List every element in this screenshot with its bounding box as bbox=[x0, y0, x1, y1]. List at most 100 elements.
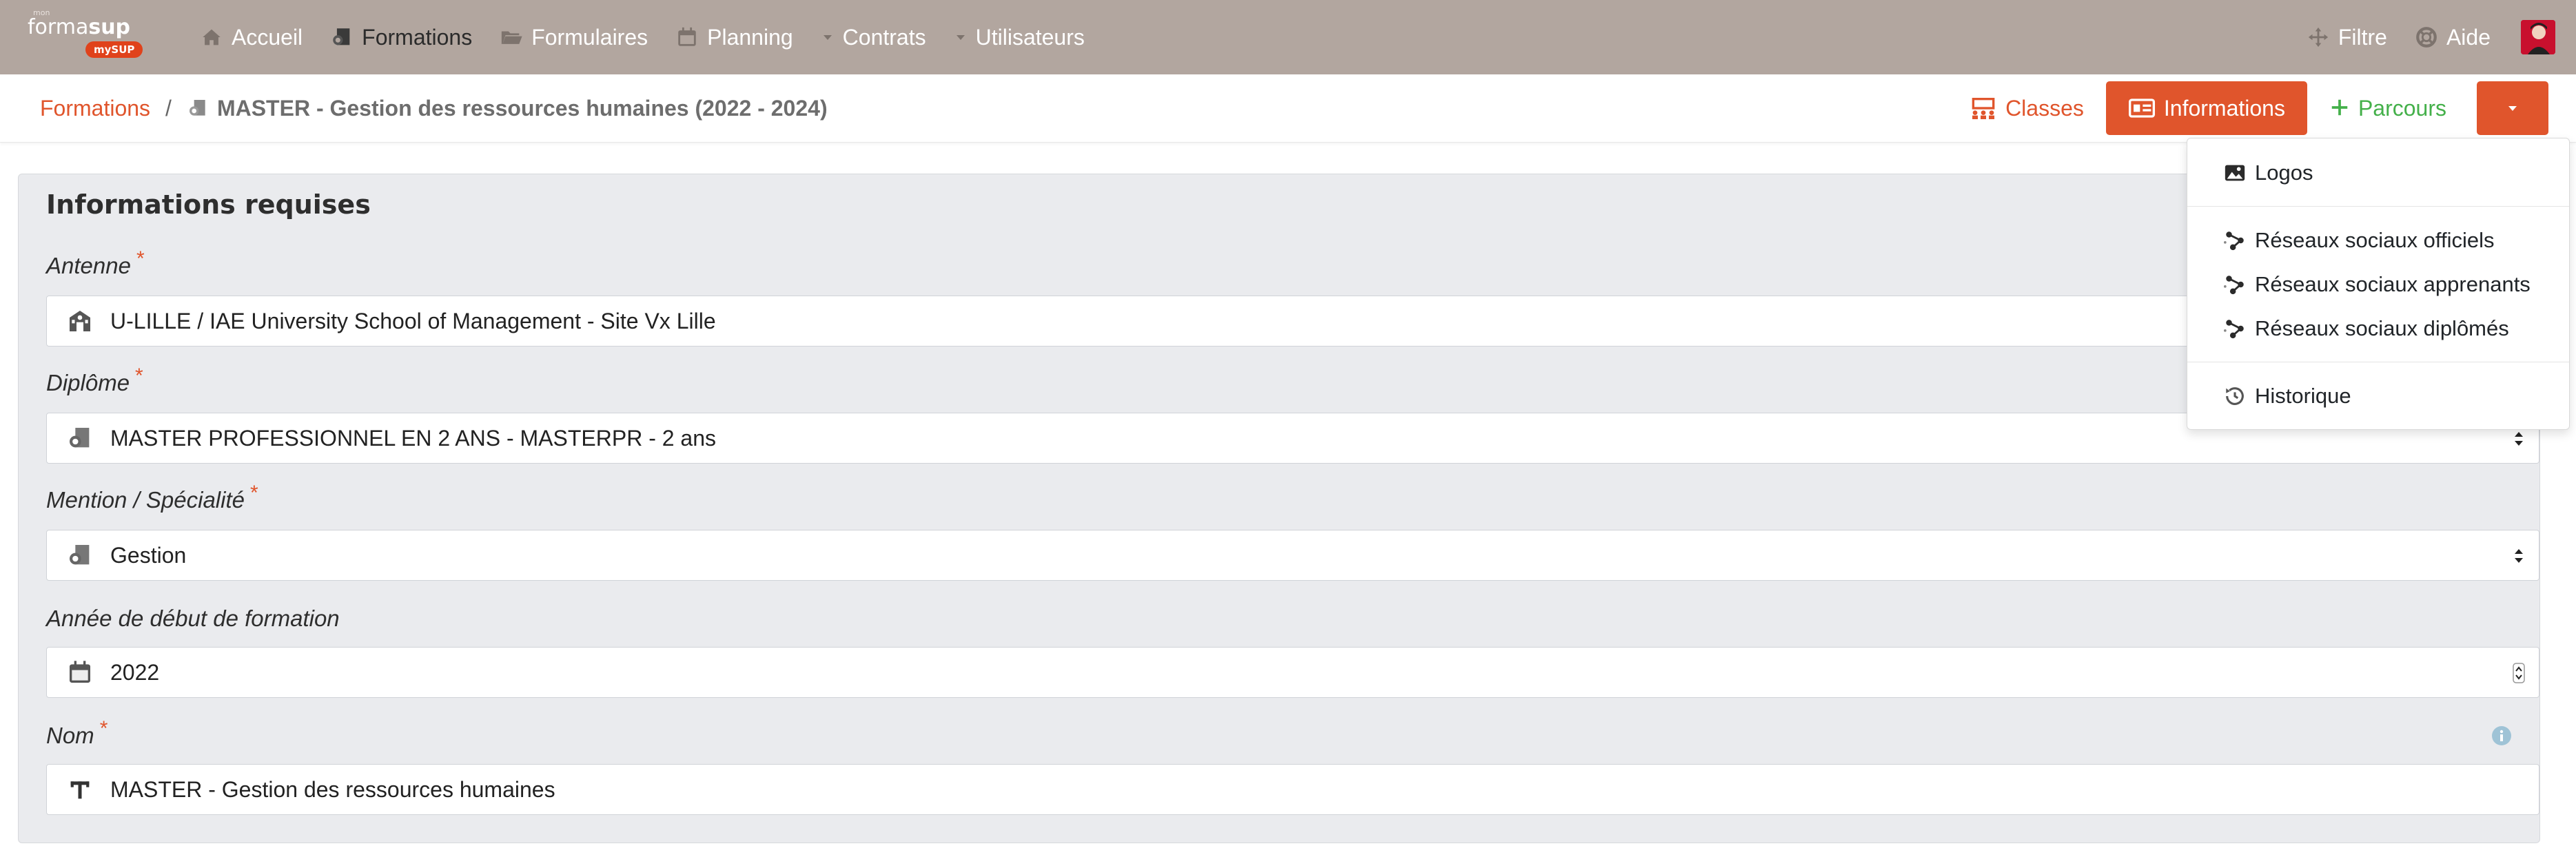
calendar-icon bbox=[66, 659, 94, 686]
nav-formations[interactable]: Formations bbox=[316, 0, 486, 74]
field-label-nom: Nom * bbox=[46, 717, 108, 749]
main-nav: Accueil Formations Formulaires Planning … bbox=[186, 0, 1098, 74]
brand-name-part1: forma bbox=[28, 15, 89, 39]
menu-divider bbox=[2187, 206, 2569, 207]
field-label-antenne: Antenne * bbox=[46, 247, 145, 279]
nav-aide[interactable]: Aide bbox=[2401, 0, 2504, 74]
field-value: 2022 bbox=[110, 659, 160, 685]
label-text: Année de début de formation bbox=[46, 606, 340, 631]
top-navbar: mon formasup mySUP Accueil Formations Fo… bbox=[0, 0, 2576, 74]
classroom-icon bbox=[1970, 97, 1997, 119]
life-ring-icon bbox=[2415, 25, 2438, 49]
breadcrumb-separator: / bbox=[165, 95, 172, 121]
breadcrumb-current: MASTER - Gestion des ressources humaines… bbox=[216, 95, 828, 121]
parcours-button[interactable]: Parcours bbox=[2307, 81, 2468, 135]
annee-number-input[interactable]: 2022 bbox=[46, 647, 2539, 698]
move-icon bbox=[2307, 25, 2330, 49]
breadcrumb: Formations / MASTER - Gestion des ressou… bbox=[40, 74, 828, 142]
nav-right: Filtre Aide bbox=[2293, 0, 2576, 74]
sub-header: Formations / MASTER - Gestion des ressou… bbox=[0, 74, 2576, 143]
network-icon bbox=[2223, 229, 2247, 252]
label-text: Nom bbox=[46, 723, 94, 748]
label-text: Diplôme bbox=[46, 370, 130, 395]
breadcrumb-formations-link[interactable]: Formations bbox=[40, 96, 150, 121]
nav-contrats[interactable]: Contrats bbox=[807, 0, 940, 74]
menu-item-logos[interactable]: Logos bbox=[2223, 154, 2313, 192]
nom-input[interactable]: MASTER - Gestion des ressources humaines bbox=[46, 764, 2539, 815]
caret-down-icon bbox=[821, 30, 835, 44]
menu-item-label: Réseaux sociaux officiels bbox=[2255, 228, 2495, 252]
card-title: Informations requises bbox=[46, 189, 371, 220]
select-arrows-icon bbox=[2513, 429, 2525, 449]
brand-logo[interactable]: mon formasup mySUP bbox=[28, 8, 145, 61]
nav-label: Utilisateurs bbox=[975, 24, 1085, 50]
antenne-select[interactable]: U-LILLE / IAE University School of Manag… bbox=[46, 296, 2539, 347]
brand-badge: mySUP bbox=[85, 41, 143, 58]
caret-down-icon bbox=[2506, 101, 2519, 115]
menu-item-reseaux-apprenants[interactable]: Réseaux sociaux apprenants bbox=[2223, 265, 2531, 304]
header-actions: Classes Informations Parcours bbox=[1948, 81, 2548, 135]
label-text: Mention / Spécialité bbox=[46, 487, 245, 513]
menu-item-label: Historique bbox=[2255, 384, 2351, 408]
menu-item-label: Logos bbox=[2255, 161, 2313, 185]
brand-name-part2: sup bbox=[88, 15, 131, 39]
required-asterisk-icon: * bbox=[99, 717, 108, 740]
nav-accueil[interactable]: Accueil bbox=[186, 0, 316, 74]
menu-item-reseaux-officiels[interactable]: Réseaux sociaux officiels bbox=[2223, 221, 2495, 260]
field-value: MASTER PROFESSIONNEL EN 2 ANS - MASTERPR… bbox=[110, 425, 717, 451]
mention-select[interactable]: Gestion bbox=[46, 530, 2539, 581]
required-asterisk-icon: * bbox=[135, 364, 143, 387]
formations-icon bbox=[330, 25, 354, 49]
field-value: Gestion bbox=[110, 542, 187, 568]
field-label-annee: Année de début de formation bbox=[46, 606, 340, 632]
nav-label: Formulaires bbox=[531, 24, 648, 50]
diploma-icon bbox=[66, 541, 94, 569]
diploma-icon bbox=[187, 97, 209, 119]
home-icon bbox=[200, 25, 223, 49]
menu-item-historique[interactable]: Historique bbox=[2223, 377, 2351, 415]
network-icon bbox=[2223, 273, 2247, 296]
informations-label: Informations bbox=[2163, 95, 2285, 121]
nav-label: Accueil bbox=[232, 24, 303, 50]
field-value: MASTER - Gestion des ressources humaines bbox=[110, 776, 555, 802]
select-arrows-icon bbox=[2513, 546, 2525, 566]
field-label-mention: Mention / Spécialité * bbox=[46, 482, 258, 513]
brand-name: formasup bbox=[28, 15, 130, 39]
diploma-icon bbox=[66, 424, 94, 452]
informations-button[interactable]: Informations bbox=[2105, 81, 2307, 135]
label-text: Antenne bbox=[46, 253, 131, 278]
more-dropdown-menu: Logos Réseaux sociaux officiels Réseaux … bbox=[2187, 138, 2570, 430]
nav-label: Filtre bbox=[2338, 24, 2387, 50]
text-icon bbox=[66, 776, 94, 803]
field-value: U-LILLE / IAE University School of Manag… bbox=[110, 308, 716, 333]
info-icon[interactable] bbox=[2491, 725, 2512, 746]
user-avatar[interactable] bbox=[2521, 20, 2555, 54]
classes-label: Classes bbox=[2005, 95, 2084, 121]
nav-planning[interactable]: Planning bbox=[662, 0, 807, 74]
building-icon bbox=[66, 307, 94, 335]
field-label-diplome: Diplôme * bbox=[46, 364, 143, 396]
menu-item-label: Réseaux sociaux diplômés bbox=[2255, 316, 2509, 340]
required-info-card: Informations requises Antenne * U-LILLE … bbox=[18, 174, 2540, 843]
caret-down-icon bbox=[954, 30, 968, 44]
nav-label: Formations bbox=[362, 24, 473, 50]
nav-label: Aide bbox=[2446, 24, 2491, 50]
calendar-icon bbox=[675, 25, 699, 49]
more-dropdown-toggle[interactable] bbox=[2477, 81, 2548, 135]
number-spinner-icon[interactable] bbox=[2513, 663, 2525, 683]
nav-utilisateurs[interactable]: Utilisateurs bbox=[940, 0, 1098, 74]
nav-filtre[interactable]: Filtre bbox=[2293, 0, 2401, 74]
network-icon bbox=[2223, 317, 2247, 340]
history-icon bbox=[2223, 384, 2247, 408]
nav-label: Contrats bbox=[842, 24, 926, 50]
nav-formulaires[interactable]: Formulaires bbox=[486, 0, 662, 74]
classes-button[interactable]: Classes bbox=[1948, 81, 2106, 135]
menu-item-label: Réseaux sociaux apprenants bbox=[2255, 272, 2531, 296]
diplome-select[interactable]: MASTER PROFESSIONNEL EN 2 ANS - MASTERPR… bbox=[46, 413, 2539, 464]
menu-item-reseaux-diplomes[interactable]: Réseaux sociaux diplômés bbox=[2223, 309, 2509, 348]
required-asterisk-icon: * bbox=[250, 482, 258, 504]
parcours-label: Parcours bbox=[2358, 95, 2446, 121]
nav-label: Planning bbox=[707, 24, 793, 50]
image-icon bbox=[2223, 161, 2247, 185]
folder-open-icon bbox=[500, 25, 523, 49]
